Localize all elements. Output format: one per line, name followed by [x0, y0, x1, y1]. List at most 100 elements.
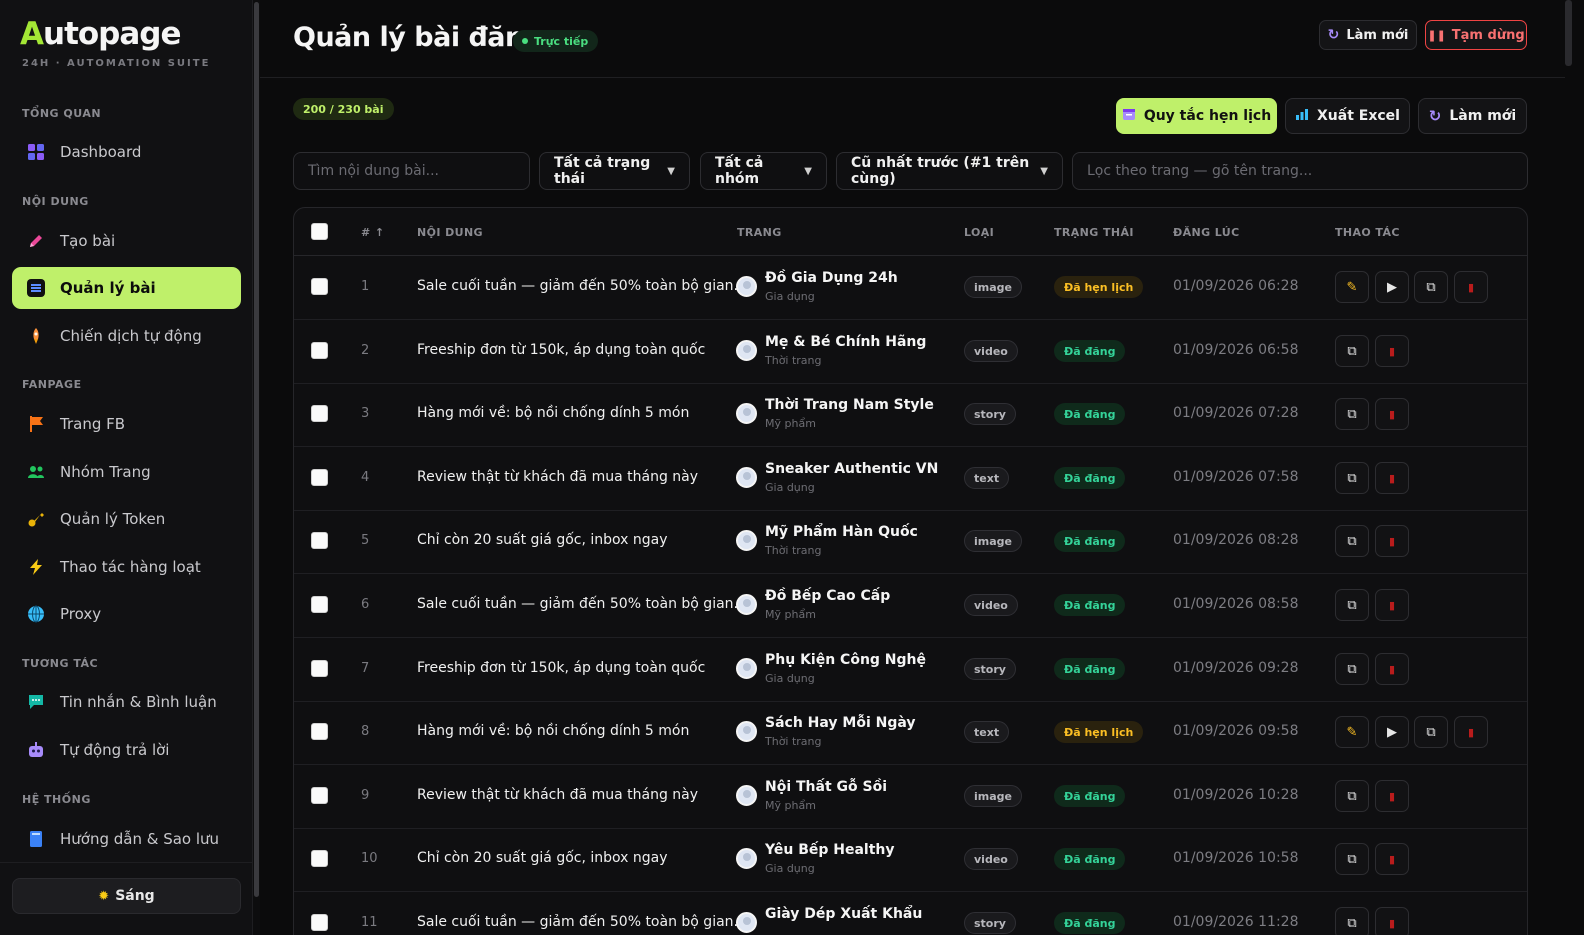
- table-row[interactable]: 8 Hàng mới về: bộ nồi chống dính 5 món Sác…: [294, 701, 1527, 765]
- post-now-button[interactable]: ▶: [1375, 271, 1409, 303]
- post-content[interactable]: Hàng mới về: bộ nồi chống dính 5 món: [417, 405, 689, 421]
- page-name[interactable]: Đồ Bếp Cao Cấp: [765, 588, 890, 604]
- sort-select[interactable]: Cũ nhất trước (#1 trên cùng) ▼: [836, 152, 1063, 190]
- table-row[interactable]: 11 Sale cuối tuần — giảm đến 50% toàn bộ …: [294, 892, 1527, 935]
- page-name[interactable]: Phụ Kiện Công Nghệ: [765, 652, 926, 668]
- sidebar-item-fb-pages[interactable]: Trang FB: [12, 403, 241, 445]
- table-row[interactable]: 5 Chỉ còn 20 suất giá gốc, inbox ngay Mỹ P…: [294, 510, 1527, 574]
- page-name[interactable]: Mỹ Phẩm Hàn Quốc: [765, 524, 918, 540]
- delete-button[interactable]: ▮: [1375, 589, 1409, 621]
- delete-button[interactable]: ▮: [1375, 653, 1409, 685]
- toolbar-refresh-button[interactable]: ↻ Làm mới: [1418, 98, 1527, 134]
- post-content[interactable]: Review thật từ khách đã mua tháng này: [417, 469, 698, 485]
- post-content[interactable]: Sale cuối tuần — giảm đến 50% toàn bộ gi…: [417, 278, 747, 294]
- page-scrollbar[interactable]: [1565, 0, 1584, 935]
- sidebar-item-create-post[interactable]: Tạo bài: [12, 220, 241, 262]
- page-filter-input[interactable]: Lọc theo trang — gõ tên trang...: [1072, 152, 1528, 190]
- col-number[interactable]: # ↑: [361, 226, 384, 239]
- duplicate-button[interactable]: ⧉: [1414, 271, 1448, 303]
- table-row[interactable]: 4 Review thật từ khách đã mua tháng này Sn…: [294, 447, 1527, 511]
- row-checkbox[interactable]: [311, 787, 328, 804]
- edit-button[interactable]: ✎: [1335, 716, 1369, 748]
- row-checkbox[interactable]: [311, 469, 328, 486]
- page-name[interactable]: Đồ Gia Dụng 24h: [765, 270, 898, 286]
- sidebar-item-guide-backup[interactable]: Hướng dẫn & Sao lưu: [12, 818, 241, 860]
- table-row[interactable]: 10 Chỉ còn 20 suất giá gốc, inbox ngay Yêu…: [294, 828, 1527, 892]
- row-checkbox[interactable]: [311, 405, 328, 422]
- duplicate-button[interactable]: ⧉: [1335, 653, 1369, 685]
- post-content[interactable]: Chỉ còn 20 suất giá gốc, inbox ngay: [417, 532, 668, 548]
- sidebar-item-proxy[interactable]: Proxy: [12, 593, 241, 635]
- duplicate-button[interactable]: ⧉: [1414, 716, 1448, 748]
- duplicate-button[interactable]: ⧉: [1335, 843, 1369, 875]
- post-content[interactable]: Sale cuối tuần — giảm đến 50% toàn bộ gi…: [417, 914, 747, 930]
- row-checkbox[interactable]: [311, 342, 328, 359]
- delete-button[interactable]: ▮: [1454, 716, 1488, 748]
- row-checkbox[interactable]: [311, 532, 328, 549]
- row-checkbox[interactable]: [311, 596, 328, 613]
- table-row[interactable]: 6 Sale cuối tuần — giảm đến 50% toàn bộ g…: [294, 574, 1527, 638]
- sidebar-scrollbar-thumb[interactable]: [254, 2, 259, 897]
- select-all-checkbox[interactable]: [311, 223, 328, 240]
- delete-button[interactable]: ▮: [1375, 335, 1409, 367]
- duplicate-button[interactable]: ⧉: [1335, 335, 1369, 367]
- page-name[interactable]: Giày Dép Xuất Khẩu: [765, 906, 922, 922]
- export-excel-button[interactable]: Xuất Excel: [1285, 98, 1410, 134]
- sidebar-item-page-groups[interactable]: Nhóm Trang: [12, 451, 241, 493]
- row-checkbox[interactable]: [311, 278, 328, 295]
- sidebar-item-auto-campaign[interactable]: Chiến dịch tự động: [12, 315, 241, 357]
- row-checkbox[interactable]: [311, 723, 328, 740]
- duplicate-button[interactable]: ⧉: [1335, 525, 1369, 557]
- duplicate-button[interactable]: ⧉: [1335, 398, 1369, 430]
- header-refresh-button[interactable]: ↻ Làm mới: [1319, 20, 1417, 50]
- sidebar-item-bulk-actions[interactable]: Thao tác hàng loạt: [12, 546, 241, 588]
- table-row[interactable]: 2 Freeship đơn từ 150k, áp dụng toàn quốc…: [294, 320, 1527, 384]
- delete-button[interactable]: ▮: [1375, 780, 1409, 812]
- row-checkbox[interactable]: [311, 914, 328, 931]
- page-scrollbar-thumb[interactable]: [1565, 0, 1572, 66]
- delete-button[interactable]: ▮: [1375, 525, 1409, 557]
- page-name[interactable]: Thời Trang Nam Style: [765, 397, 934, 413]
- logo[interactable]: Autopage: [20, 16, 182, 52]
- post-content[interactable]: Freeship đơn từ 150k, áp dụng toàn quốc: [417, 660, 705, 676]
- page-name[interactable]: Sách Hay Mỗi Ngày: [765, 715, 916, 731]
- sidebar-item-auto-reply[interactable]: Tự động trả lời: [12, 729, 241, 771]
- group-filter-select[interactable]: Tất cả nhóm ▼: [700, 152, 827, 190]
- schedule-rules-button[interactable]: Quy tắc hẹn lịch: [1116, 98, 1277, 134]
- post-content[interactable]: Freeship đơn từ 150k, áp dụng toàn quốc: [417, 342, 705, 358]
- post-now-button[interactable]: ▶: [1375, 716, 1409, 748]
- page-name[interactable]: Nội Thất Gỗ Sồi: [765, 779, 887, 795]
- theme-toggle-button[interactable]: ✹ Sáng: [12, 878, 241, 914]
- sidebar-item-token[interactable]: Quản lý Token: [12, 498, 241, 540]
- edit-button[interactable]: ✎: [1335, 271, 1369, 303]
- status-filter-select[interactable]: Tất cả trạng thái ▼: [539, 152, 690, 190]
- post-content[interactable]: Sale cuối tuần — giảm đến 50% toàn bộ gi…: [417, 596, 747, 612]
- post-content[interactable]: Hàng mới về: bộ nồi chống dính 5 món: [417, 723, 689, 739]
- sidebar-item-dashboard[interactable]: Dashboard: [12, 131, 241, 173]
- post-content[interactable]: Review thật từ khách đã mua tháng này: [417, 787, 698, 803]
- table-row[interactable]: 7 Freeship đơn từ 150k, áp dụng toàn quốc…: [294, 638, 1527, 702]
- page-name[interactable]: Mẹ & Bé Chính Hãng: [765, 334, 926, 350]
- duplicate-button[interactable]: ⧉: [1335, 907, 1369, 935]
- duplicate-button[interactable]: ⧉: [1335, 780, 1369, 812]
- row-checkbox[interactable]: [311, 660, 328, 677]
- sidebar-scrollbar[interactable]: [253, 0, 260, 935]
- duplicate-button[interactable]: ⧉: [1335, 589, 1369, 621]
- delete-button[interactable]: ▮: [1375, 907, 1409, 935]
- delete-button[interactable]: ▮: [1375, 398, 1409, 430]
- delete-button[interactable]: ▮: [1375, 462, 1409, 494]
- sidebar-item-messages[interactable]: Tin nhắn & Bình luận: [12, 681, 241, 723]
- delete-button[interactable]: ▮: [1454, 271, 1488, 303]
- table-row[interactable]: 9 Review thật từ khách đã mua tháng này Nộ…: [294, 765, 1527, 829]
- pause-button[interactable]: ❚❚ Tạm dừng: [1425, 20, 1527, 50]
- sidebar-item-manage-posts[interactable]: Quản lý bài: [12, 267, 241, 309]
- duplicate-button[interactable]: ⧉: [1335, 462, 1369, 494]
- table-row[interactable]: 3 Hàng mới về: bộ nồi chống dính 5 món Thờ…: [294, 383, 1527, 447]
- search-input[interactable]: Tìm nội dung bài...: [293, 152, 530, 190]
- table-row[interactable]: 1 Sale cuối tuần — giảm đến 50% toàn bộ g…: [294, 256, 1527, 320]
- page-name[interactable]: Sneaker Authentic VN: [765, 461, 938, 477]
- page-name[interactable]: Yêu Bếp Healthy: [765, 842, 895, 858]
- post-content[interactable]: Chỉ còn 20 suất giá gốc, inbox ngay: [417, 850, 668, 866]
- delete-button[interactable]: ▮: [1375, 843, 1409, 875]
- row-checkbox[interactable]: [311, 850, 328, 867]
